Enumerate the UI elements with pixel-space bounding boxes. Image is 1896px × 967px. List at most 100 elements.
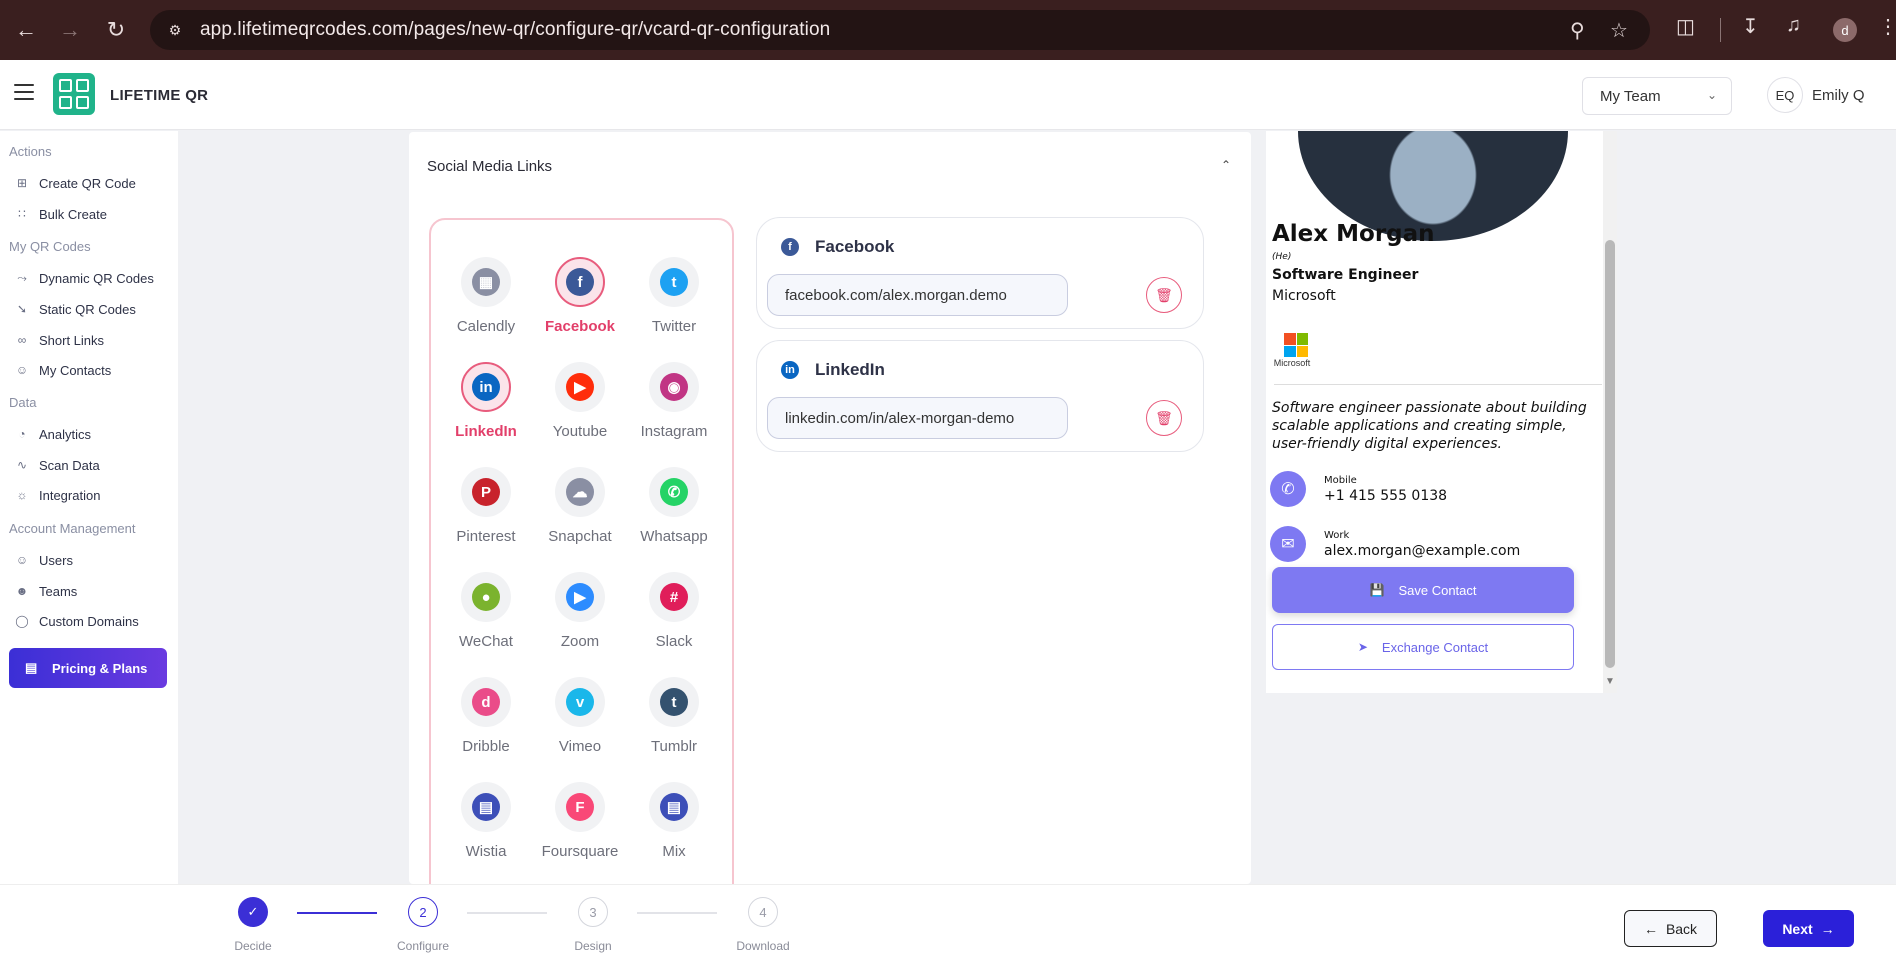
platform-calendly[interactable]: ▦ Calendly [439, 257, 533, 335]
step-configure[interactable]: 2 Configure [388, 897, 458, 953]
sidebar-item-scan-data[interactable]: ∿ Scan Data [14, 454, 100, 476]
download-icon[interactable]: ↧ [1742, 14, 1759, 39]
link-entry-label: Facebook [815, 237, 895, 256]
platform-youtube[interactable]: ▶ Youtube [533, 362, 627, 440]
address-bar[interactable]: ⚙ app.lifetimeqrcodes.com/pages/new-qr/c… [150, 10, 1650, 50]
platform-dribble[interactable]: d Dribble [439, 677, 533, 755]
foursquare-icon: F [566, 793, 594, 821]
users-icon: ☻ [15, 584, 29, 598]
platform-label: Twitter [651, 318, 697, 335]
facebook-url-input[interactable] [767, 274, 1068, 316]
platform-zoom[interactable]: ▶ Zoom [533, 572, 627, 650]
back-arrow-icon[interactable]: ← [6, 10, 46, 50]
chevron-up-icon[interactable]: ⌃ [1221, 158, 1231, 172]
platform-mix[interactable]: ▤ Mix [627, 782, 721, 860]
platform-instagram[interactable]: ◉ Instagram [627, 362, 721, 440]
linkedin-url-input[interactable] [767, 397, 1068, 439]
platform-twitter[interactable]: t Twitter [627, 257, 721, 335]
platform-facebook[interactable]: f Facebook [533, 257, 627, 335]
platform-snapchat[interactable]: ☁ Snapchat [533, 467, 627, 545]
platform-tumblr[interactable]: t Tumblr [627, 677, 721, 755]
link-entry-label: LinkedIn [815, 360, 885, 379]
next-button[interactable]: Next → [1763, 910, 1854, 947]
team-selector[interactable]: My Team ⌄ [1582, 77, 1732, 115]
slack-icon: # [660, 583, 688, 611]
step-decide[interactable]: ✓ Decide [218, 897, 288, 953]
sidebar-item-users[interactable]: ☺ Users [14, 549, 73, 571]
linkedin-icon: in [472, 373, 500, 401]
browser-toolbar: ← → ↻ ⚙ app.lifetimeqrcodes.com/pages/ne… [0, 0, 1896, 60]
link-entry-header: in LinkedIn [781, 360, 885, 380]
integration-icon: ☼ [16, 488, 28, 502]
sidebar-item-custom-domains[interactable]: ◯ Custom Domains [14, 610, 138, 632]
team-selector-value: My Team [1600, 87, 1661, 105]
platform-linkedin[interactable]: in LinkedIn [439, 362, 533, 440]
platform-wistia[interactable]: ▤ Wistia [439, 782, 533, 860]
platform-whatsapp[interactable]: ✆ Whatsapp [627, 467, 721, 545]
browser-profile-avatar[interactable]: d [1833, 18, 1857, 42]
platform-slack[interactable]: # Slack [627, 572, 721, 650]
platform-label: Foursquare [541, 843, 619, 860]
zoom-icon[interactable]: ⚲ [1570, 18, 1585, 43]
extensions-icon[interactable]: ◫ [1676, 14, 1695, 39]
wechat-icon: ● [472, 583, 500, 611]
step-connector [297, 912, 377, 914]
platform-icon-circle: in [461, 362, 511, 412]
site-info-icon[interactable]: ⚙ [164, 19, 186, 41]
pie-chart-icon: ◔ [18, 427, 26, 441]
sidebar-section-data: Data [9, 395, 37, 410]
sidebar-item-teams[interactable]: ☻ Teams [14, 580, 78, 602]
platform-label: Mix [662, 843, 686, 860]
bookmark-star-icon[interactable]: ☆ [1610, 18, 1628, 43]
platform-foursquare[interactable]: F Foursquare [533, 782, 627, 860]
reload-icon[interactable]: ↻ [96, 10, 136, 50]
platform-icon-circle: ✆ [649, 467, 699, 517]
scroll-down-arrow-icon[interactable]: ▼ [1603, 676, 1617, 687]
phone-icon[interactable]: ✆ [1270, 471, 1306, 507]
credit-card-icon: ▤ [25, 660, 38, 675]
trash-icon[interactable]: 🗑 [1146, 400, 1182, 436]
step-download[interactable]: 4 Download [728, 897, 798, 953]
forward-arrow-icon[interactable]: → [50, 10, 90, 50]
browser-menu-icon[interactable]: ⋮ [1878, 14, 1896, 39]
sidebar-item-create-qr[interactable]: ⊞ Create QR Code [14, 172, 136, 194]
contacts-icon: ☺ [15, 363, 29, 377]
email-icon[interactable]: ✉ [1270, 526, 1306, 562]
platform-vimeo[interactable]: v Vimeo [533, 677, 627, 755]
user-name[interactable]: Emily Q [1812, 87, 1865, 104]
address-url[interactable]: app.lifetimeqrcodes.com/pages/new-qr/con… [200, 19, 830, 41]
platform-icon-circle: ▤ [461, 782, 511, 832]
step-design[interactable]: 3 Design [558, 897, 628, 953]
platform-icon-circle: ▶ [555, 572, 605, 622]
sidebar-item-analytics[interactable]: ◔ Analytics [14, 423, 91, 445]
preview-scrollbar-thumb[interactable] [1605, 240, 1615, 668]
sidebar-item-static-qr[interactable]: ➘ Static QR Codes [14, 298, 136, 320]
save-contact-button[interactable]: 💾 Save Contact [1272, 567, 1574, 613]
back-button[interactable]: ← Back [1624, 910, 1717, 947]
platform-icon-circle: ◉ [649, 362, 699, 412]
app-header: LIFETIME QR My Team ⌄ EQ Emily Q [0, 60, 1896, 130]
sidebar-item-integration[interactable]: ☼ Integration [14, 484, 101, 506]
sidebar-item-my-contacts[interactable]: ☺ My Contacts [14, 359, 111, 381]
hamburger-menu-icon[interactable] [14, 84, 34, 100]
sidebar-item-bulk-create[interactable]: ∷ Bulk Create [14, 203, 107, 225]
trash-icon[interactable]: 🗑 [1146, 277, 1182, 313]
pricing-plans-button[interactable]: ▤ Pricing & Plans [9, 648, 167, 688]
media-control-icon[interactable]: ♫ [1786, 14, 1801, 37]
shield-icon: ◯ [15, 614, 29, 628]
user-avatar[interactable]: EQ [1767, 77, 1803, 113]
platform-label: Vimeo [558, 738, 602, 755]
mobile-number[interactable]: +1 415 555 0138 [1324, 488, 1447, 504]
platform-wechat[interactable]: ● WeChat [439, 572, 533, 650]
email-address[interactable]: alex.morgan@example.com [1324, 543, 1520, 559]
sidebar-item-short-links[interactable]: ∞ Short Links [14, 329, 104, 351]
sidebar-item-dynamic-qr[interactable]: ⤳ Dynamic QR Codes [14, 267, 154, 289]
arrow-right-icon: → [1820, 920, 1835, 937]
exchange-contact-button[interactable]: ➤ Exchange Contact [1272, 624, 1574, 670]
lifetime-qr-logo[interactable] [53, 73, 95, 115]
vcard-preview: Alex Morgan (He) Software Engineer Micro… [1266, 131, 1617, 693]
pinterest-icon: P [472, 478, 500, 506]
platform-pinterest[interactable]: P Pinterest [439, 467, 533, 545]
link-entry-header: f Facebook [781, 237, 894, 257]
sidebar-section-actions: Actions [9, 144, 52, 159]
